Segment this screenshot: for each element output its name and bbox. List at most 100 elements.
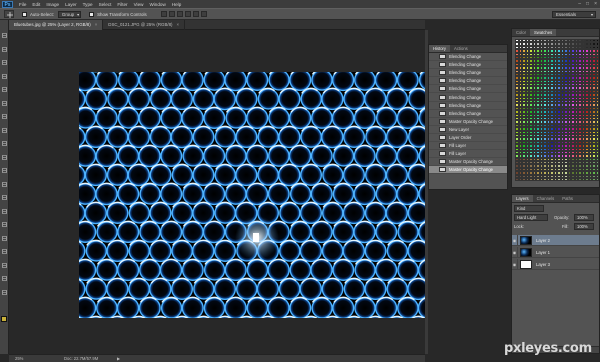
tool-preset-picker[interactable] xyxy=(4,10,14,18)
history-brush-source-icon[interactable] xyxy=(430,127,434,131)
lasso-icon[interactable] xyxy=(1,59,8,66)
zoom-icon[interactable] xyxy=(1,289,8,296)
menu-edit[interactable]: Edit xyxy=(32,2,40,7)
healing-icon[interactable] xyxy=(1,113,8,120)
layer-row[interactable]: ◉ Layer 2 xyxy=(512,234,599,246)
menu-file[interactable]: File xyxy=(19,2,26,7)
history-state[interactable]: Blending Change xyxy=(429,61,507,70)
history-brush-source-icon[interactable] xyxy=(430,119,434,123)
tab-paths[interactable]: Paths xyxy=(558,195,577,202)
history-brush-source-icon[interactable] xyxy=(430,71,434,75)
history-brush-source-icon[interactable] xyxy=(430,55,434,59)
hand-icon[interactable] xyxy=(1,275,8,282)
brush-icon[interactable] xyxy=(1,127,8,134)
close-button[interactable]: × xyxy=(594,1,597,7)
tab-swatches[interactable]: Swatches xyxy=(530,29,557,36)
auto-select-checkbox[interactable] xyxy=(22,11,27,17)
history-state[interactable]: Blending Change xyxy=(429,110,507,118)
menu-type[interactable]: Type xyxy=(83,2,93,7)
pen-icon[interactable] xyxy=(1,221,8,228)
history-state[interactable]: Blending Change xyxy=(429,69,507,78)
status-menu-arrow[interactable]: ▶ xyxy=(117,355,120,362)
menu-window[interactable]: Window xyxy=(149,2,165,7)
align-bottom-icon[interactable] xyxy=(176,11,183,17)
align-right-icon[interactable] xyxy=(200,11,207,17)
menu-filter[interactable]: Filter xyxy=(117,2,127,7)
eyedropper-icon[interactable] xyxy=(1,100,8,107)
align-vcenter-icon[interactable] xyxy=(168,11,175,17)
visibility-eye-icon[interactable]: ◉ xyxy=(512,258,518,270)
tab-actions[interactable]: Actions xyxy=(450,45,472,52)
dodge-icon[interactable] xyxy=(1,208,8,215)
history-brush-source-icon[interactable] xyxy=(430,87,434,91)
align-top-icon[interactable] xyxy=(160,11,167,17)
history-state[interactable]: Blending Change xyxy=(429,85,507,94)
marquee-icon[interactable] xyxy=(1,46,8,53)
history-state[interactable]: Fill Layer xyxy=(429,150,507,159)
auto-select-dropdown[interactable]: Group xyxy=(57,10,82,18)
layer-row[interactable]: ◉ Layer 1 xyxy=(512,246,599,258)
document-canvas-image[interactable] xyxy=(79,72,425,318)
history-brush-source-icon[interactable] xyxy=(430,95,434,99)
history-brush-source-icon[interactable] xyxy=(430,135,434,139)
history-brush-source-icon[interactable] xyxy=(430,152,434,156)
history-brush-source-icon[interactable] xyxy=(430,79,434,83)
eraser-icon[interactable] xyxy=(1,167,8,174)
blend-mode-select[interactable]: Hard Light xyxy=(514,214,548,221)
history-state[interactable]: Blending Change xyxy=(429,53,507,62)
move-icon[interactable] xyxy=(1,32,8,39)
minimize-button[interactable]: – xyxy=(578,1,581,7)
maximize-button[interactable]: □ xyxy=(586,1,589,7)
history-brush-source-icon[interactable] xyxy=(430,144,434,148)
foreground-color-swatch[interactable] xyxy=(1,316,7,322)
menu-layer[interactable]: Layer xyxy=(65,2,77,7)
show-transform-checkbox[interactable] xyxy=(89,11,95,17)
align-hcenter-icon[interactable] xyxy=(192,11,199,17)
history-brush-source-icon[interactable] xyxy=(430,160,434,164)
menu-view[interactable]: View xyxy=(134,2,144,7)
visibility-eye-icon[interactable]: ◉ xyxy=(512,246,518,258)
history-state[interactable]: Layer Order xyxy=(429,134,507,143)
align-left-icon[interactable] xyxy=(184,11,191,17)
quick-select-icon[interactable] xyxy=(1,73,8,80)
history-brush-source-icon[interactable] xyxy=(430,63,434,67)
canvas-area[interactable] xyxy=(9,30,425,354)
close-tab-icon[interactable]: × xyxy=(95,22,98,27)
blur-icon[interactable] xyxy=(1,194,8,201)
tab-history[interactable]: History xyxy=(429,45,451,52)
doc-tab-dsc[interactable]: DSC_0121.JPG @ 25% (RGB/8) × xyxy=(103,20,186,30)
clone-stamp-icon[interactable] xyxy=(1,140,8,147)
history-brush-source-icon[interactable] xyxy=(430,103,434,107)
workspace-switcher[interactable]: Essentials xyxy=(552,11,596,18)
doc-tab-bluetubes[interactable]: Bluetubes.jpg @ 25% (Layer 2, RGB/8) × xyxy=(9,20,104,30)
history-brush-source-icon[interactable] xyxy=(430,111,434,115)
menu-help[interactable]: Help xyxy=(172,2,181,7)
visibility-eye-icon[interactable]: ◉ xyxy=(512,234,518,246)
tab-color[interactable]: Color xyxy=(512,29,530,36)
history-state[interactable]: Blending Change xyxy=(429,77,507,86)
type-icon[interactable] xyxy=(1,235,8,242)
close-tab-icon[interactable]: × xyxy=(177,22,180,27)
history-state[interactable]: Master Opacity Change xyxy=(429,158,507,167)
menu-image[interactable]: Image xyxy=(46,2,59,7)
color-swatch[interactable] xyxy=(595,178,599,182)
path-select-icon[interactable] xyxy=(1,248,8,255)
crop-icon[interactable] xyxy=(1,86,8,93)
tab-channels[interactable]: Channels xyxy=(533,195,559,202)
swatch-grid[interactable] xyxy=(515,39,599,184)
history-brush-source-icon[interactable] xyxy=(430,168,434,172)
shape-icon[interactable] xyxy=(1,262,8,269)
layer-row[interactable]: ◉ Layer 3 xyxy=(512,258,599,270)
opacity-field[interactable]: 100% xyxy=(574,214,594,221)
zoom-level[interactable]: 25% xyxy=(15,355,23,362)
fill-field[interactable]: 100% xyxy=(574,223,594,230)
history-state[interactable]: Master Opacity Change xyxy=(429,118,507,126)
gradient-icon[interactable] xyxy=(1,181,8,188)
history-state[interactable]: Fill Layer xyxy=(429,142,507,151)
history-state[interactable]: New Layer xyxy=(429,126,507,134)
history-state[interactable]: Master Opacity Change xyxy=(429,166,507,175)
history-state[interactable]: Blending Change xyxy=(429,102,507,110)
tab-layers[interactable]: Layers xyxy=(512,195,533,202)
layer-filter-kind[interactable]: Kind xyxy=(514,205,544,212)
menu-select[interactable]: Select xyxy=(99,2,112,7)
